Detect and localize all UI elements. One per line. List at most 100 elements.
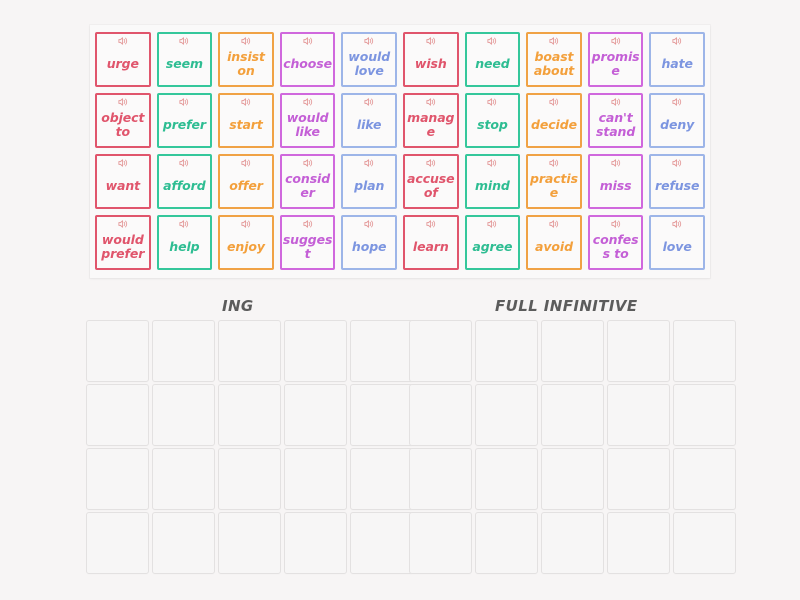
word-card[interactable]: practise bbox=[526, 154, 582, 209]
drop-slot[interactable] bbox=[607, 512, 670, 574]
drop-slot[interactable] bbox=[673, 320, 736, 382]
speaker-icon[interactable] bbox=[179, 158, 190, 168]
word-card[interactable]: mind bbox=[464, 154, 521, 209]
speaker-icon[interactable] bbox=[487, 219, 498, 229]
drop-slot[interactable] bbox=[409, 512, 472, 574]
word-card[interactable]: can't stand bbox=[587, 93, 644, 148]
word-card[interactable]: afford bbox=[156, 154, 213, 209]
speaker-icon[interactable] bbox=[117, 219, 128, 229]
speaker-icon[interactable] bbox=[672, 36, 683, 46]
drop-slot[interactable] bbox=[86, 512, 149, 574]
word-card[interactable]: would like bbox=[279, 93, 336, 148]
speaker-icon[interactable] bbox=[240, 219, 251, 229]
word-card[interactable]: seem bbox=[156, 32, 213, 87]
speaker-icon[interactable] bbox=[302, 158, 313, 168]
drop-slot[interactable] bbox=[152, 320, 215, 382]
word-card[interactable]: wish bbox=[402, 32, 459, 87]
speaker-icon[interactable] bbox=[610, 158, 621, 168]
word-card[interactable]: boast about bbox=[526, 32, 582, 87]
drop-slot[interactable] bbox=[475, 320, 538, 382]
speaker-icon[interactable] bbox=[364, 158, 375, 168]
word-card[interactable]: help bbox=[156, 215, 213, 270]
speaker-icon[interactable] bbox=[364, 219, 375, 229]
speaker-icon[interactable] bbox=[240, 36, 251, 46]
word-card[interactable]: avoid bbox=[526, 215, 582, 270]
drop-slot[interactable] bbox=[541, 384, 604, 446]
speaker-icon[interactable] bbox=[302, 219, 313, 229]
speaker-icon[interactable] bbox=[487, 158, 498, 168]
drop-slot[interactable] bbox=[607, 448, 670, 510]
word-card[interactable]: prefer bbox=[156, 93, 213, 148]
speaker-icon[interactable] bbox=[548, 219, 559, 229]
word-card[interactable]: plan bbox=[341, 154, 397, 209]
word-card[interactable]: confess to bbox=[587, 215, 644, 270]
speaker-icon[interactable] bbox=[179, 36, 190, 46]
drop-slot[interactable] bbox=[475, 512, 538, 574]
drop-slot[interactable] bbox=[607, 320, 670, 382]
drop-slot[interactable] bbox=[152, 448, 215, 510]
word-card[interactable]: hope bbox=[341, 215, 397, 270]
drop-slot[interactable] bbox=[284, 448, 347, 510]
speaker-icon[interactable] bbox=[548, 97, 559, 107]
word-card[interactable]: miss bbox=[587, 154, 644, 209]
drop-slot[interactable] bbox=[350, 448, 413, 510]
drop-zone-ing[interactable] bbox=[86, 320, 413, 574]
drop-slot[interactable] bbox=[350, 512, 413, 574]
speaker-icon[interactable] bbox=[425, 36, 436, 46]
word-card[interactable]: would prefer bbox=[95, 215, 151, 270]
word-card[interactable]: like bbox=[341, 93, 397, 148]
speaker-icon[interactable] bbox=[117, 36, 128, 46]
speaker-icon[interactable] bbox=[610, 36, 621, 46]
drop-slot[interactable] bbox=[541, 448, 604, 510]
word-card[interactable]: start bbox=[218, 93, 274, 148]
speaker-icon[interactable] bbox=[364, 36, 375, 46]
speaker-icon[interactable] bbox=[548, 36, 559, 46]
drop-slot[interactable] bbox=[284, 320, 347, 382]
word-card[interactable]: enjoy bbox=[218, 215, 274, 270]
speaker-icon[interactable] bbox=[548, 158, 559, 168]
drop-slot[interactable] bbox=[673, 448, 736, 510]
speaker-icon[interactable] bbox=[240, 97, 251, 107]
speaker-icon[interactable] bbox=[425, 97, 436, 107]
speaker-icon[interactable] bbox=[672, 97, 683, 107]
drop-slot[interactable] bbox=[86, 320, 149, 382]
speaker-icon[interactable] bbox=[672, 158, 683, 168]
word-card[interactable]: object to bbox=[95, 93, 151, 148]
drop-slot[interactable] bbox=[409, 384, 472, 446]
word-card[interactable]: want bbox=[95, 154, 151, 209]
word-card[interactable]: manage bbox=[402, 93, 459, 148]
speaker-icon[interactable] bbox=[302, 97, 313, 107]
word-card[interactable]: offer bbox=[218, 154, 274, 209]
drop-slot[interactable] bbox=[673, 384, 736, 446]
speaker-icon[interactable] bbox=[117, 158, 128, 168]
speaker-icon[interactable] bbox=[240, 158, 251, 168]
word-card[interactable]: agree bbox=[464, 215, 521, 270]
word-card[interactable]: accuse of bbox=[402, 154, 459, 209]
drop-slot[interactable] bbox=[475, 448, 538, 510]
speaker-icon[interactable] bbox=[672, 219, 683, 229]
speaker-icon[interactable] bbox=[425, 219, 436, 229]
drop-slot[interactable] bbox=[218, 512, 281, 574]
drop-slot[interactable] bbox=[607, 384, 670, 446]
drop-slot[interactable] bbox=[152, 512, 215, 574]
speaker-icon[interactable] bbox=[179, 219, 190, 229]
word-card[interactable]: suggest bbox=[279, 215, 336, 270]
word-card[interactable]: need bbox=[464, 32, 521, 87]
drop-slot[interactable] bbox=[350, 384, 413, 446]
speaker-icon[interactable] bbox=[487, 97, 498, 107]
drop-slot[interactable] bbox=[541, 320, 604, 382]
speaker-icon[interactable] bbox=[487, 36, 498, 46]
word-card[interactable]: insist on bbox=[218, 32, 274, 87]
drop-slot[interactable] bbox=[409, 320, 472, 382]
speaker-icon[interactable] bbox=[610, 219, 621, 229]
drop-slot[interactable] bbox=[350, 320, 413, 382]
drop-zone-full-infinitive[interactable] bbox=[409, 320, 736, 574]
word-card[interactable]: deny bbox=[649, 93, 705, 148]
drop-slot[interactable] bbox=[541, 512, 604, 574]
word-card[interactable]: promise bbox=[587, 32, 644, 87]
drop-slot[interactable] bbox=[475, 384, 538, 446]
word-card[interactable]: consider bbox=[279, 154, 336, 209]
drop-slot[interactable] bbox=[284, 384, 347, 446]
drop-slot[interactable] bbox=[409, 448, 472, 510]
drop-slot[interactable] bbox=[86, 448, 149, 510]
